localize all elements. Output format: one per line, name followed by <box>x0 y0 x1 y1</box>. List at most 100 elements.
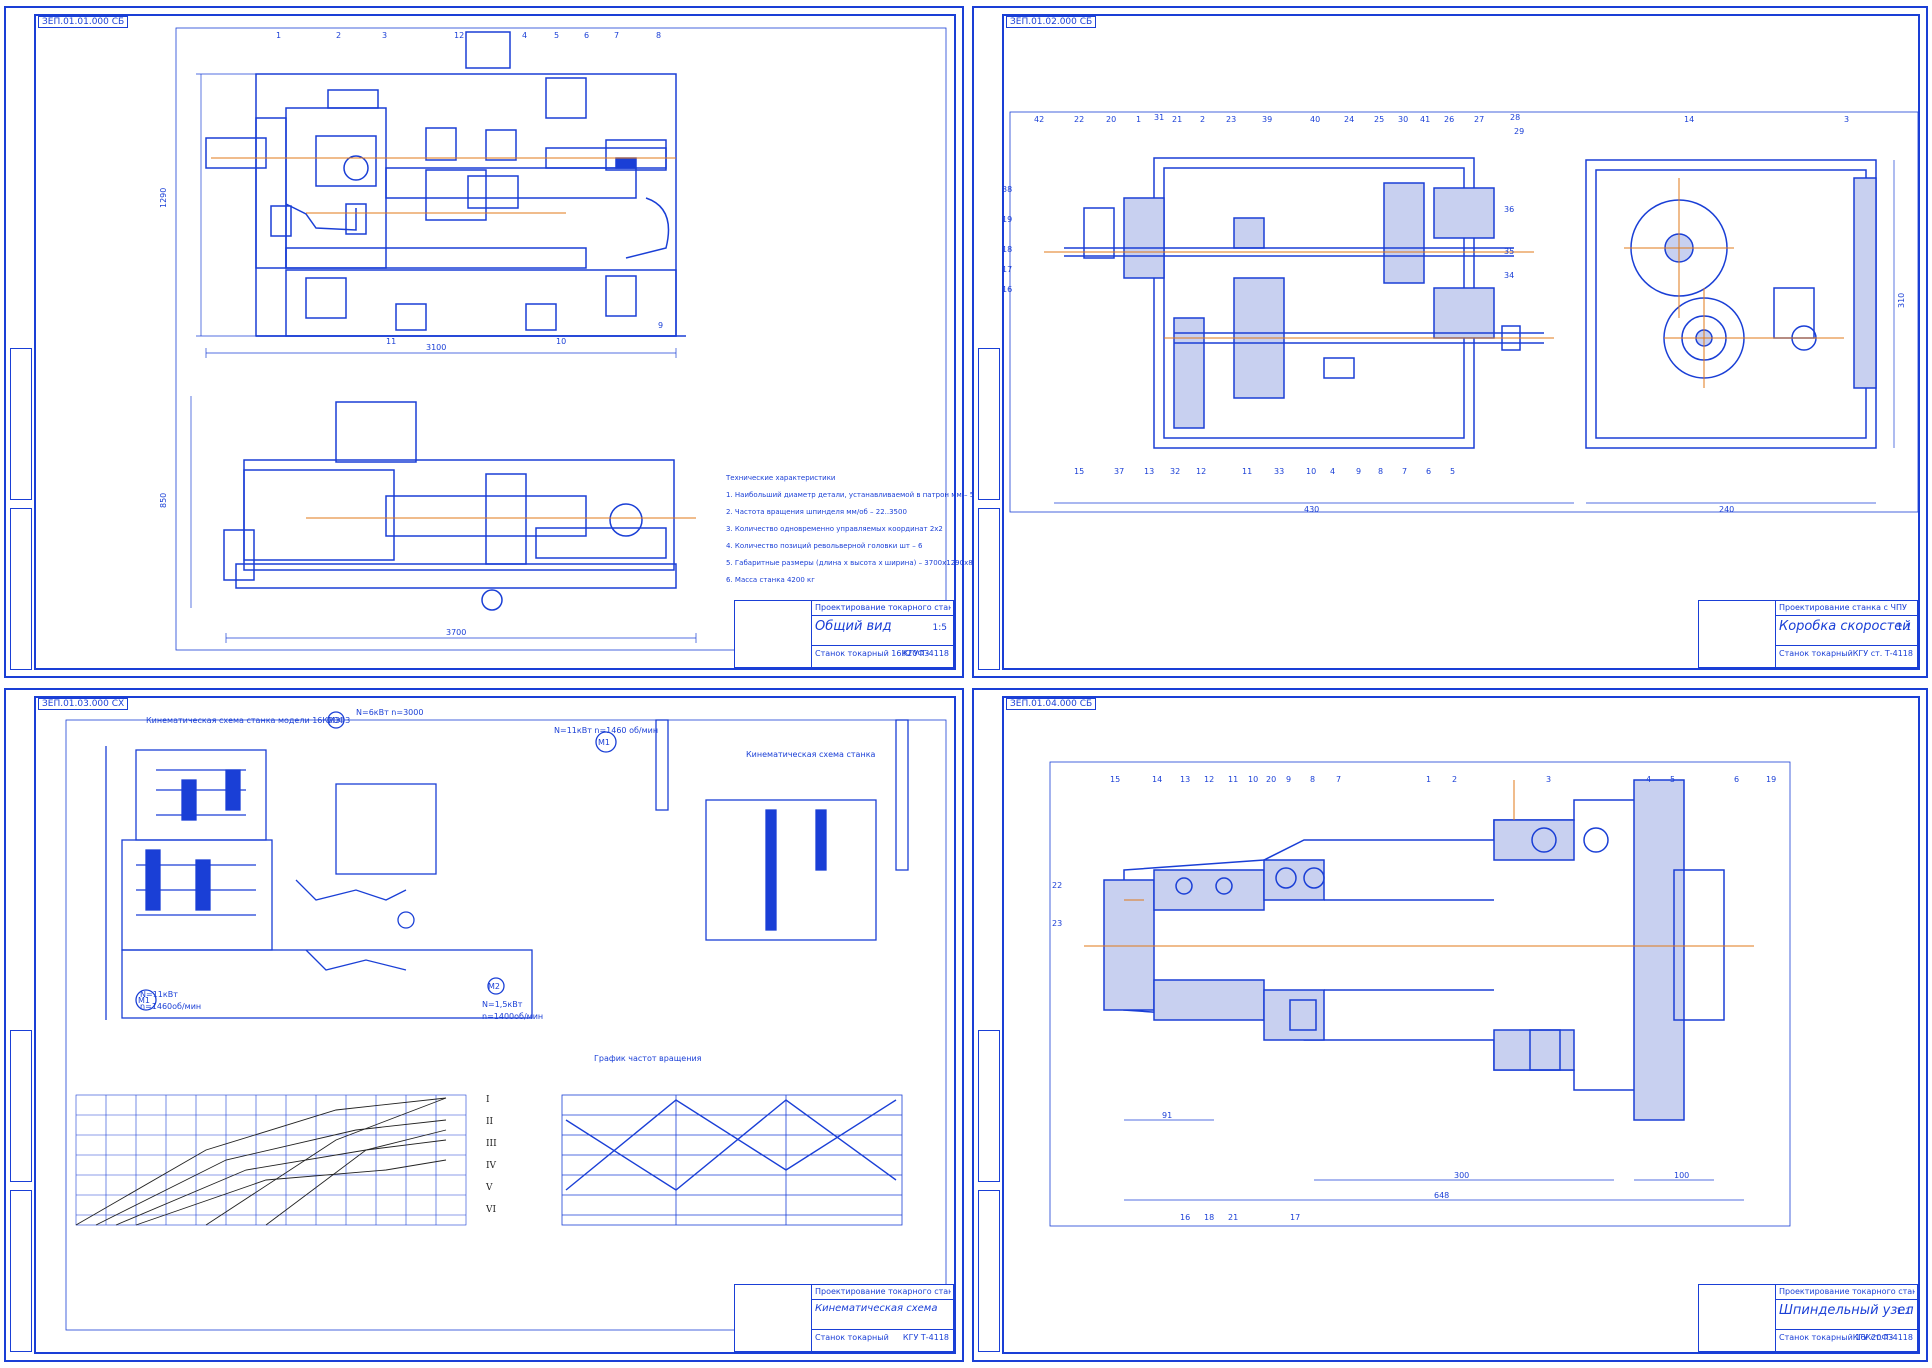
sheet-spindle-unit: ЗЕП.01.04.000 СБ 15 14 13 12 11 10 20 9 … <box>972 688 1928 1362</box>
title-block-scale: 1:1 <box>1896 623 1911 633</box>
callout: 6 <box>584 31 589 40</box>
callout: 30 <box>1398 115 1408 124</box>
callout: 12 <box>1196 467 1206 476</box>
title-block: Проектирование токарного станка с ЧПУ Ки… <box>734 1284 954 1352</box>
callout: 39 <box>1262 115 1272 124</box>
title-block-code: КГУ ст. Т-4118 <box>1852 1333 1913 1342</box>
callout: 12 <box>1204 775 1214 784</box>
callout: 1 <box>1426 775 1431 784</box>
callout: 9 <box>1286 775 1291 784</box>
roman-label: IV <box>486 1161 497 1171</box>
callout: 22 <box>1052 881 1062 890</box>
callout: 8 <box>1378 467 1383 476</box>
dim-height-bottom: 850 <box>159 493 168 508</box>
callout: 7 <box>614 31 619 40</box>
sheet-gearbox: ЗЕП.01.02.000 СБ 42 22 20 1 31 21 2 23 3… <box>972 6 1928 678</box>
dim-left: 91 <box>1162 1111 1172 1120</box>
title-block-title: Проектирование станка с ЧПУ <box>1779 603 1907 612</box>
callout: 24 <box>1344 115 1354 124</box>
title-block-name: Общий вид <box>815 619 892 634</box>
dim-width-main: 430 <box>1304 505 1319 514</box>
callout: 11 <box>1242 467 1252 476</box>
title-block-scale: 1:5 <box>932 623 947 633</box>
roman-label: I <box>486 1095 490 1105</box>
motor-new-symbol: М1 <box>598 738 610 747</box>
callout: 3 <box>1844 115 1849 124</box>
callout: 17 <box>1290 1213 1300 1222</box>
callout: 31 <box>1154 113 1164 122</box>
callout: 4 <box>1330 467 1335 476</box>
callout: 21 <box>1172 115 1182 124</box>
callout: 36 <box>1504 205 1514 214</box>
callout: 6 <box>1426 467 1431 476</box>
callout: 18 <box>1002 245 1012 254</box>
spindle-drawing: 15 14 13 12 11 10 20 9 8 7 1 2 3 4 5 6 1… <box>1049 761 1791 1227</box>
tech-notes: Технические характеристики 1. Наибольший… <box>726 470 983 589</box>
callout: 40 <box>1310 115 1320 124</box>
title-block-subtitle: Станок токарный <box>1779 649 1853 658</box>
note-item: 6. Масса станка 4200 кг <box>726 576 815 584</box>
callout: 14 <box>1684 115 1694 124</box>
callout: 32 <box>1170 467 1180 476</box>
dim-height-side: 310 <box>1897 293 1906 308</box>
title-block-name: Коробка скоростей <box>1779 619 1911 634</box>
callout: 4 <box>522 31 527 40</box>
callout: 3 <box>1546 775 1551 784</box>
callout: 9 <box>658 321 663 330</box>
callout: 9 <box>1356 467 1361 476</box>
roman-label: V <box>485 1183 493 1193</box>
title-block-title: Проектирование токарного станка с ЧПУ <box>815 1287 951 1296</box>
callout: 25 <box>1374 115 1384 124</box>
callout: 18 <box>1204 1213 1214 1222</box>
callout: 5 <box>554 31 559 40</box>
callout: 21 <box>1228 1213 1238 1222</box>
callout: 15 <box>1110 775 1120 784</box>
dim-width-side: 240 <box>1719 505 1734 514</box>
notes-title: Технические характеристики <box>726 474 836 482</box>
callout: 42 <box>1034 115 1044 124</box>
callout: 12 <box>454 31 464 40</box>
title-block-code: КГУ Т-4118 <box>902 649 949 658</box>
callout: 16 <box>1180 1213 1190 1222</box>
roman-label: III <box>486 1139 497 1149</box>
motor-feed-symbol: М3 <box>328 716 340 725</box>
callout: 2 <box>336 31 341 40</box>
callout: 23 <box>1052 919 1062 928</box>
callout: 6 <box>1734 775 1739 784</box>
title-block: Проектирование токарного станка с ЧПУ 16… <box>1698 1284 1918 1352</box>
callout: 5 <box>1670 775 1675 784</box>
callout: 1 <box>1136 115 1141 124</box>
motor-main-symbol: М1 <box>138 996 150 1005</box>
callout: 1 <box>276 31 281 40</box>
title-block-subtitle: Станок токарный <box>815 1333 889 1342</box>
callout: 10 <box>1306 467 1316 476</box>
motor-aux-symbol: М2 <box>488 982 500 991</box>
title-block-code: КГУ Т-4118 <box>902 1333 949 1342</box>
note-item: 1. Наибольший диаметр детали, устанавлив… <box>726 491 984 499</box>
callout: 23 <box>1226 115 1236 124</box>
callout: 35 <box>1504 247 1514 256</box>
callout: 16 <box>1002 285 1012 294</box>
note-item: 2. Частота вращения шпинделя мм/об – 22.… <box>726 508 907 516</box>
callout: 3 <box>382 31 387 40</box>
callout: 8 <box>1310 775 1315 784</box>
title-block-name: Кинематическая схема <box>815 1303 938 1314</box>
callout: 20 <box>1106 115 1116 124</box>
title-block-scale: 1:1 <box>1896 1307 1911 1317</box>
callout: 10 <box>1248 775 1258 784</box>
sheet-kinematic-scheme: ЗЕП.01.03.000 СХ Кинематическая схема ст… <box>4 688 964 1362</box>
dim-right: 100 <box>1674 1171 1689 1180</box>
callout: 28 <box>1510 113 1520 122</box>
title-block-title: Проектирование токарного станка с ЧПУ 16… <box>1779 1287 1915 1296</box>
callout: 10 <box>556 337 566 346</box>
callout: 38 <box>1002 185 1012 194</box>
callout: 29 <box>1514 127 1524 136</box>
callout: 4 <box>1646 775 1651 784</box>
dim-width-bottom: 3700 <box>446 628 466 637</box>
callout: 19 <box>1766 775 1776 784</box>
callout: 5 <box>1450 467 1455 476</box>
callout: 15 <box>1074 467 1084 476</box>
callout: 8 <box>656 31 661 40</box>
title-block-title: Проектирование токарного станка с ЧПУ на… <box>815 603 951 612</box>
note-item: 4. Количество позиций револьверной голов… <box>726 542 923 550</box>
